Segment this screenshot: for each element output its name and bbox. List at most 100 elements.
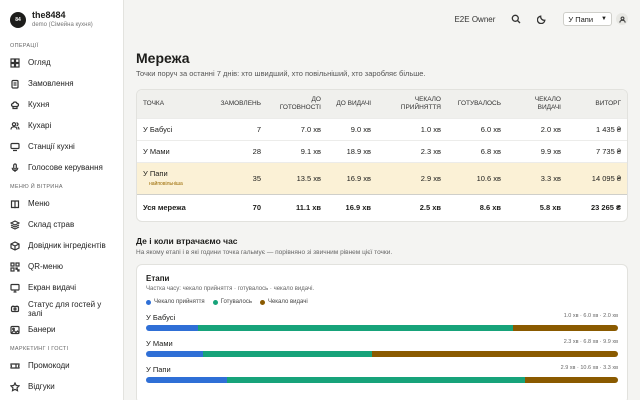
stage-bar	[146, 351, 618, 357]
sidebar-item[interactable]: Склад страв	[0, 214, 123, 235]
sidebar: 84 the8484 demo (Сімейна кухня) ОПЕРАЦІЇ…	[0, 0, 124, 400]
stages-card: Етапи Частка часу: чекало прийняття · го…	[136, 264, 628, 400]
col-cooking[interactable]: ГОТУВАЛОСЬ	[447, 90, 507, 118]
legend-label: Чекало прийняття	[154, 299, 205, 305]
stage-row-name: У Бабусі	[146, 313, 176, 322]
cell-point: У Бабусі	[137, 117, 207, 140]
chef-hat-icon	[10, 100, 20, 109]
sidebar-item[interactable]: Банери	[0, 319, 123, 340]
user-icon	[618, 15, 626, 23]
page-subtitle: Точки поруч за останні 7 днів: хто швидш…	[136, 69, 426, 78]
sidebar-item-label: QR-меню	[28, 262, 64, 271]
cell-wait-pickup: 2.0 хв	[507, 117, 567, 140]
book-icon	[10, 199, 20, 208]
chevron-down-icon: ▼	[601, 16, 607, 22]
moon-icon[interactable]	[537, 14, 547, 25]
main-content: E2E Owner У Папи ▼ Мережа Точки поруч за…	[124, 0, 640, 400]
stage-row-values: 2.9 хв · 10.6 хв · 3.3 хв	[560, 365, 618, 371]
stages-title: Етапи	[146, 274, 170, 283]
layers-icon	[10, 219, 20, 230]
cell-cooking: 10.6 хв	[447, 161, 507, 194]
brand-name: the8484	[32, 10, 66, 20]
monitor-icon	[10, 283, 20, 293]
user-avatar[interactable]	[616, 13, 628, 25]
sidebar-item[interactable]: Кухарі	[0, 115, 123, 136]
sidebar-item[interactable]: Промокоди	[0, 355, 123, 376]
search-icon[interactable]	[511, 14, 521, 24]
table-row-highlighted[interactable]: У Папи найповільніша 35 13.5 хв 16.9 хв …	[137, 161, 627, 194]
stage-bar-segment	[513, 325, 618, 331]
stage-bar-segment	[198, 325, 514, 331]
sidebar-item[interactable]: Огляд	[0, 52, 123, 73]
cell-wait-accept: 1.0 хв	[377, 117, 447, 140]
cell-cooking: 6.8 хв	[447, 139, 507, 162]
col-to-pickup[interactable]: ДО ВИДАЧІ	[327, 90, 377, 118]
box-icon	[10, 240, 20, 251]
table-header: ТОЧКА ЗАМОВЛЕНЬ ДО ГОТОВНОСТІ ДО ВИДАЧІ …	[137, 90, 627, 118]
sidebar-item[interactable]: Кухня	[0, 94, 123, 115]
user-role[interactable]: E2E Owner	[454, 15, 495, 24]
mic-icon	[11, 162, 19, 172]
stages-legend: Чекало прийняття Готувалось Чекало видачі	[146, 299, 618, 305]
cell-wait-accept: 2.3 хв	[377, 139, 447, 162]
col-point[interactable]: ТОЧКА	[137, 90, 207, 118]
cell-revenue: 7 735 ₴	[567, 139, 627, 162]
legend-item: Готувалось	[212, 299, 252, 305]
cell-point: У Папи найповільніша	[137, 161, 207, 194]
col-wait-pickup[interactable]: ЧЕКАЛО ВИДАЧІ	[507, 90, 567, 118]
cell-cooking: 6.0 хв	[447, 117, 507, 140]
col-orders[interactable]: ЗАМОВЛЕНЬ	[207, 90, 267, 118]
stage-bar-segment	[227, 377, 526, 383]
cell-orders: 70	[207, 193, 267, 221]
sidebar-item-label: Кухарі	[28, 121, 52, 130]
sidebar-item-label: Банери	[28, 325, 56, 334]
time-section-title: Де і коли втрачаємо час	[136, 236, 238, 246]
slowest-badge: найповільніша	[149, 181, 183, 187]
grid-icon	[10, 57, 20, 68]
legend-item: Чекало видачі	[259, 299, 308, 305]
brand[interactable]: 84 the8484 demo (Сімейна кухня)	[0, 0, 123, 37]
cell-orders: 35	[207, 161, 267, 194]
sidebar-item[interactable]: Замовлення	[0, 73, 123, 94]
sidebar-item[interactable]: Статус для гостей у залі	[0, 298, 123, 319]
sidebar-item[interactable]: Меню	[0, 193, 123, 214]
stage-rows: У Бабусі 1.0 хв · 6.0 хв · 2.0 хв У Мами 2.…	[146, 313, 618, 383]
cell-wait-pickup: 5.8 хв	[507, 193, 567, 221]
col-wait-accept[interactable]: ЧЕКАЛО ПРИЙНЯТТЯ	[377, 90, 447, 118]
sidebar-item-label: Огляд	[28, 58, 51, 67]
table-row[interactable]: У Мами 28 9.1 хв 18.9 хв 2.3 хв 6.8 хв 9…	[137, 139, 627, 162]
legend-dot	[259, 299, 265, 305]
legend-dot	[146, 299, 151, 305]
cell-wait-accept: 2.9 хв	[377, 161, 447, 194]
sidebar-item-label: Меню	[28, 199, 50, 208]
cell-to-ready: 7.0 хв	[267, 117, 327, 140]
table-row[interactable]: У Бабусі 7 7.0 хв 9.0 хв 1.0 хв 6.0 хв 2…	[137, 117, 627, 140]
col-to-ready[interactable]: ДО ГОТОВНОСТІ	[267, 90, 327, 118]
sidebar-item-label: Склад страв	[28, 220, 75, 229]
stage-row: У Папи 2.9 хв · 10.6 хв · 3.3 хв	[146, 365, 618, 383]
legend-dot	[212, 299, 218, 305]
cell-to-ready: 11.1 хв	[267, 193, 327, 221]
sidebar-item[interactable]: Відгуки	[0, 376, 123, 397]
status-icon	[10, 305, 20, 312]
legend-item: Чекало прийняття	[146, 299, 205, 305]
sidebar-item[interactable]: Довідник інгредієнтів	[0, 235, 123, 256]
sidebar-item[interactable]: QR-меню	[0, 256, 123, 277]
stage-bar-segment	[372, 351, 618, 357]
col-revenue[interactable]: ВИТОРГ	[567, 90, 627, 118]
cell-wait-accept: 2.5 хв	[377, 193, 447, 221]
sidebar-item[interactable]: Екран видачі	[0, 277, 123, 298]
star-icon	[10, 381, 20, 392]
sidebar-item[interactable]: Станції кухні	[0, 136, 123, 157]
stage-row-values: 1.0 хв · 6.0 хв · 2.0 хв	[563, 313, 618, 319]
legend-label: Готувалось	[220, 299, 252, 305]
cell-to-pickup: 18.9 хв	[327, 139, 377, 162]
stage-row-name: У Папи	[146, 365, 171, 374]
cell-to-pickup: 16.9 хв	[327, 161, 377, 194]
stage-bar-segment	[146, 377, 228, 383]
location-select[interactable]: У Папи ▼	[563, 12, 612, 26]
cell-wait-pickup: 3.3 хв	[507, 161, 567, 194]
sidebar-item[interactable]: Голосове керування	[0, 157, 123, 178]
stage-bar	[146, 325, 618, 331]
cell-to-pickup: 9.0 хв	[327, 117, 377, 140]
